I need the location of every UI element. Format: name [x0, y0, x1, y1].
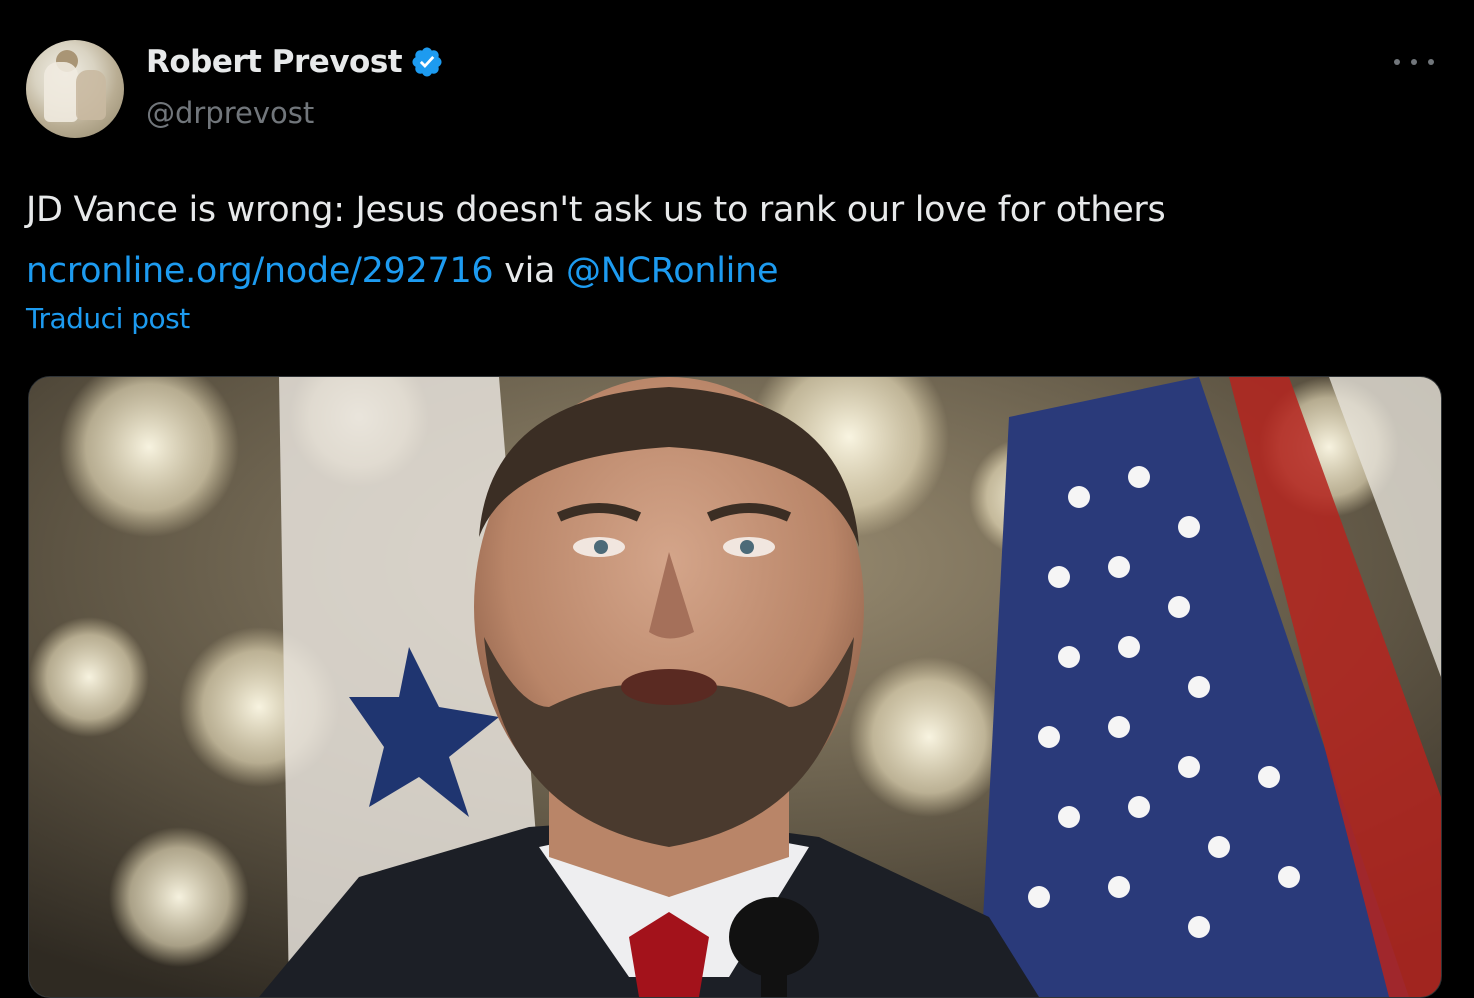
post-text-line: JD Vance is wrong: Jesus doesn't ask us …: [26, 190, 1166, 230]
article-link[interactable]: ncronline.org/node/292716: [26, 251, 494, 291]
author-display-name[interactable]: Robert Prevost: [146, 44, 403, 80]
verified-badge-icon: [412, 47, 442, 77]
post-text: JD Vance is wrong: Jesus doesn't ask us …: [26, 180, 1446, 302]
author-handle[interactable]: @drprevost: [146, 96, 314, 130]
post: Robert Prevost @drprevost JD Vance is wr…: [0, 0, 1474, 998]
mention-link[interactable]: @NCRonline: [566, 251, 778, 291]
more-horizontal-icon[interactable]: [1394, 52, 1434, 72]
author-name-row: Robert Prevost: [146, 42, 444, 82]
avatar[interactable]: [26, 40, 124, 138]
photo-of-man-speaking-at-microphone: [29, 377, 1441, 997]
via-label: via: [504, 251, 556, 291]
post-text-link-line: ncronline.org/node/292716 via @NCRonline: [26, 241, 1446, 302]
translate-post-link[interactable]: Traduci post: [26, 302, 190, 335]
post-media-image[interactable]: [28, 376, 1442, 998]
